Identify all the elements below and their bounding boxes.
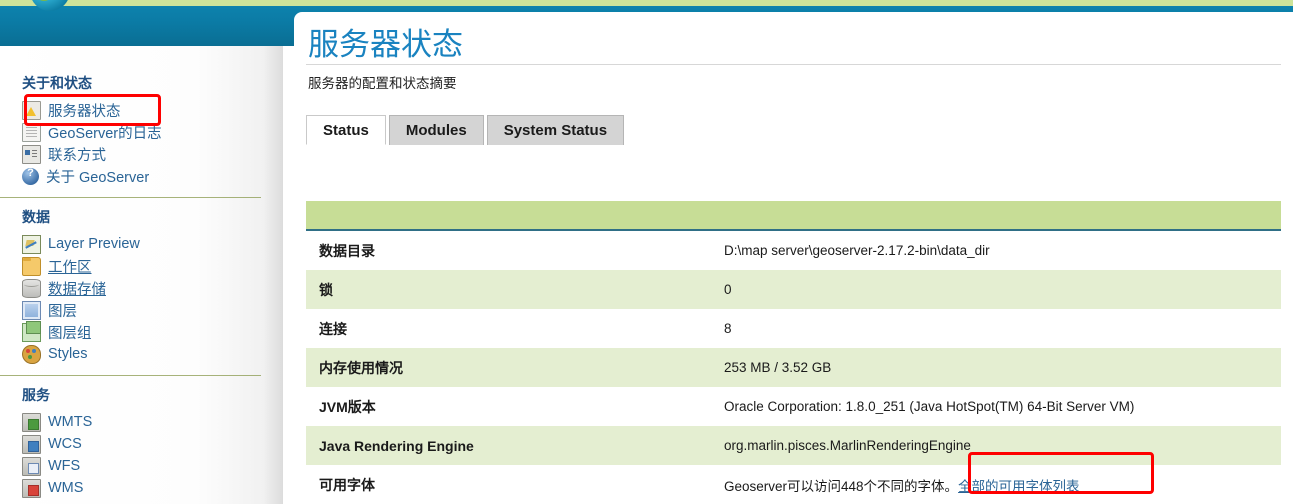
- sidebar-section-title: 数据: [22, 209, 50, 225]
- sidebar-item-label: 图层: [48, 303, 77, 320]
- table-body: 数据目录 D:\map server\geoserver-2.17.2-bin\d…: [306, 231, 1281, 504]
- table-row-value: D:\map server\geoserver-2.17.2-bin\data_…: [724, 243, 990, 258]
- sidebar-item-WCS[interactable]: WCS: [22, 433, 283, 455]
- page-subtitle: 服务器的配置和状态摘要: [308, 76, 457, 92]
- main-panel: 服务器状态 服务器的配置和状态摘要 Status Modules System St…: [294, 12, 1293, 504]
- sidebar-item-WFS[interactable]: WFS: [22, 455, 283, 477]
- sidebar-section-title: 服务: [22, 387, 50, 403]
- table-row: 连接 8: [306, 309, 1281, 348]
- server-status-table: 数据目录 D:\map server\geoserver-2.17.2-bin\d…: [306, 201, 1281, 504]
- tab-bar-rule: [306, 64, 1281, 65]
- service-wcs-icon: [22, 434, 41, 454]
- contact-card-icon: [22, 144, 41, 164]
- table-row: 可用字体 Geoserver可以访问448个不同的字体。全部的可用字体列表: [306, 465, 1281, 504]
- geoserver-logo[interactable]: GeoServer: [30, 0, 255, 16]
- sidebar-item-label: 工作区: [48, 259, 92, 276]
- tab-bar: Status Modules System Status: [306, 114, 1293, 146]
- sidebar-item-Layer Preview[interactable]: Layer Preview: [22, 233, 283, 255]
- sidebar-divider: [0, 197, 261, 198]
- table-row: 锁0: [306, 270, 1281, 309]
- map-preview-icon: [22, 234, 41, 254]
- sidebar-item-图层组[interactable]: 图层组: [22, 320, 283, 343]
- sidebar-item-label: 图层组: [48, 325, 92, 342]
- sidebar-item-label: WFS: [48, 458, 81, 474]
- table-row-value: org.marlin.pisces.MarlinRenderingEngine: [724, 438, 971, 453]
- table-row: 内存使用情况 253 MB / 3.52 GB: [306, 348, 1281, 387]
- sidebar-item-label: Styles: [48, 346, 88, 362]
- table-row-label: 连接: [319, 320, 347, 337]
- table-row-value: 253 MB / 3.52 GB: [724, 360, 832, 375]
- layer-group-icon: [22, 320, 41, 342]
- sidebar-item-label: 联系方式: [48, 147, 106, 164]
- globe-icon: [30, 0, 70, 11]
- palette-icon: [22, 344, 41, 364]
- table-row-value: 8: [724, 321, 732, 336]
- sidebar: 关于和状态服务器状态 GeoServer的日志联系方式关于 GeoServer 数据…: [0, 46, 283, 504]
- tab-system-status[interactable]: System Status: [486, 115, 625, 146]
- table-row-value: Geoserver可以访问448个不同的字体。全部的可用字体列表: [724, 475, 1281, 495]
- sidebar-item-label: WCS: [48, 436, 82, 452]
- sidebar-divider: [0, 375, 261, 376]
- table-row-label: 锁: [319, 281, 333, 298]
- sidebar-item-图层[interactable]: 图层: [22, 299, 283, 321]
- sidebar-section: 关于和状态服务器状态 GeoServer的日志联系方式关于 GeoServer: [0, 46, 283, 187]
- table-row-label: 内存使用情况: [319, 359, 403, 376]
- brand-label: GeoServer: [76, 0, 255, 12]
- sidebar-item-GeoServer的日志[interactable]: GeoServer的日志: [22, 121, 283, 143]
- table-row-label: Java Rendering Engine: [319, 437, 474, 454]
- layer-icon: [22, 300, 41, 320]
- server-status-warning-icon: [22, 100, 41, 120]
- table-row: Java Rendering Engine org.marlin.pisces.M…: [306, 426, 1281, 465]
- sidebar-item-联系方式[interactable]: 联系方式: [22, 143, 283, 165]
- table-row-value: Oracle Corporation: 1.8.0_251 (Java HotS…: [724, 399, 1135, 414]
- folder-icon: [22, 256, 41, 276]
- database-icon: [22, 278, 41, 298]
- info-icon: [22, 167, 39, 185]
- sidebar-item-label: Layer Preview: [48, 236, 140, 252]
- tab-status[interactable]: Status: [306, 115, 386, 146]
- page-title: 服务器状态: [308, 27, 463, 62]
- service-wmts-icon: [22, 412, 41, 432]
- sidebar-item-WMS[interactable]: WMS: [22, 477, 283, 499]
- log-page-icon: [22, 122, 41, 142]
- table-header-band: [306, 201, 1281, 231]
- sidebar-item-服务器状态[interactable]: 服务器状态: [22, 99, 283, 121]
- sidebar-item-Styles[interactable]: Styles: [22, 343, 283, 365]
- sidebar-item-关于 GeoServer[interactable]: 关于 GeoServer: [22, 165, 283, 187]
- service-wms-icon: [22, 478, 41, 498]
- sidebar-item-数据存储[interactable]: 数据存储: [22, 277, 283, 299]
- sidebar-item-label: 服务器状态: [48, 103, 121, 120]
- sidebar-item-label: 数据存储: [48, 281, 106, 298]
- sidebar-section: 数据 Layer Preview 工作区数据存储图层图层组 Styles: [0, 207, 283, 365]
- sidebar-section-title: 关于和状态: [22, 75, 92, 91]
- sidebar-item-label: WMS: [48, 480, 84, 496]
- table-row-label: JVM版本: [319, 398, 376, 415]
- sidebar-item-label: 关于 GeoServer: [46, 169, 150, 186]
- table-row-label: 可用字体: [319, 476, 375, 493]
- sidebar-section: 服务 WMTS WCS WFS WMS: [0, 385, 283, 499]
- table-row: JVM版本 Oracle Corporation: 1.8.0_251 (Java…: [306, 387, 1281, 426]
- sidebar-item-WMTS[interactable]: WMTS: [22, 411, 283, 433]
- service-wfs-icon: [22, 456, 41, 476]
- sidebar-item-工作区[interactable]: 工作区: [22, 255, 283, 277]
- table-row-value: 0: [724, 282, 732, 297]
- tab-modules[interactable]: Modules: [388, 115, 484, 146]
- font-list-link[interactable]: 全部的可用字体列表: [958, 479, 1080, 494]
- table-row: 数据目录 D:\map server\geoserver-2.17.2-bin\d…: [306, 231, 1281, 270]
- sidebar-item-label: GeoServer的日志: [48, 125, 162, 142]
- table-row-value-text: Geoserver可以访问448个不同的字体。: [724, 478, 959, 494]
- table-row-label: 数据目录: [319, 242, 375, 259]
- sidebar-item-label: WMTS: [48, 414, 93, 430]
